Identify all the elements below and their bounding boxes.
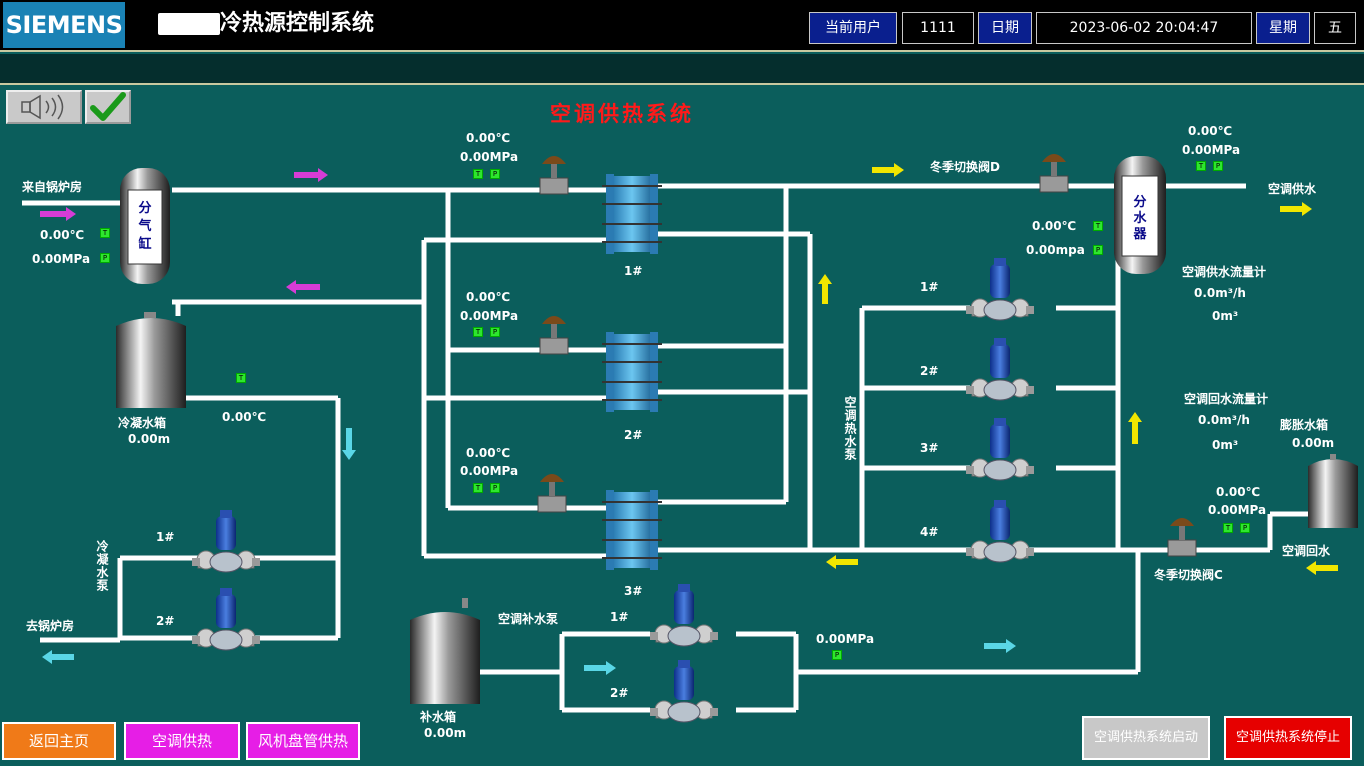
hot-pump-4-label: 4# xyxy=(920,525,939,539)
piping-diagram: 分 气 缸 分 水 器 xyxy=(22,153,1358,723)
distributor-press-sensor: P xyxy=(1093,245,1103,255)
hx1-temp-sensor: T xyxy=(473,169,483,179)
return-total: 0m³ xyxy=(1212,438,1239,452)
hx3-press-sensor: P xyxy=(490,483,500,493)
condensate-pump-2-label: 2# xyxy=(156,614,175,628)
expansion-tank-label: 膨胀水箱 xyxy=(1280,418,1329,432)
makeup-press: 0.00MPa xyxy=(816,632,875,646)
winter-valve-d xyxy=(1039,153,1069,193)
winter-valve-c-label: 冬季切换阀C xyxy=(1154,568,1223,582)
condensate-pump-2 xyxy=(191,587,261,651)
return-label: 空调回水 xyxy=(1282,544,1331,558)
condensate-level: 0.00m xyxy=(128,432,171,446)
supply-flow-title: 空调供水流量计 xyxy=(1182,265,1267,279)
expansion-level: 0.00m xyxy=(1292,436,1335,450)
ac-heating-button[interactable]: 空调供热 xyxy=(124,722,240,760)
home-button[interactable]: 返回主页 xyxy=(2,722,116,760)
hot-water-pump-4 xyxy=(965,499,1035,563)
return-press-sensor: P xyxy=(1240,523,1250,533)
distributor-temp: 0.00℃ xyxy=(1032,219,1077,233)
from-boiler-label: 来自锅炉房 xyxy=(22,180,83,194)
hx1-press: 0.00MPa xyxy=(460,150,519,164)
condensate-temp-sensor: T xyxy=(236,373,246,383)
supply-label: 空调供水 xyxy=(1268,182,1317,196)
hot-pump-3-label: 3# xyxy=(920,441,939,455)
condensate-tank xyxy=(116,312,186,408)
hx2-label: 2# xyxy=(624,428,643,442)
hx2-temp-sensor: T xyxy=(473,327,483,337)
condensate-pump-1 xyxy=(191,509,261,573)
hot-water-pump-1 xyxy=(965,257,1035,321)
distributor-press-sensor-top: P xyxy=(1213,161,1223,171)
hx3-temp: 0.00℃ xyxy=(466,446,511,460)
hot-water-pump-3 xyxy=(965,417,1035,481)
hx2-press-sensor: P xyxy=(490,327,500,337)
distributor-press: 0.00mpa xyxy=(1026,243,1085,257)
distributor-temp-sensor-top: T xyxy=(1196,161,1206,171)
heat-exchanger-2 xyxy=(601,331,663,413)
hx1-press-sensor: P xyxy=(490,169,500,179)
hot-pump-1-label: 1# xyxy=(920,280,939,294)
expansion-tank xyxy=(1308,454,1358,528)
distributor-press-top: 0.00MPa xyxy=(1182,143,1241,157)
distributor-text-1: 分 xyxy=(1133,194,1146,210)
makeup-tank xyxy=(410,598,480,704)
distributor-text-3: 器 xyxy=(1132,227,1147,242)
hx3-label: 3# xyxy=(624,584,643,598)
makeup-pump-1-label: 1# xyxy=(610,610,629,624)
return-flow: 0.0m³/h xyxy=(1198,413,1250,427)
fcu-heating-button[interactable]: 风机盘管供热 xyxy=(246,722,360,760)
system-stop-button[interactable]: 空调供热系统停止 xyxy=(1224,716,1352,760)
return-flow-title: 空调回水流量计 xyxy=(1184,392,1269,406)
scada-screen: SIEMENS 冷热源控制系统 当前用户 1111 日期 2023-06-02 … xyxy=(0,0,1364,766)
heat-exchanger-3 xyxy=(601,489,663,571)
condensate-pump-1-label: 1# xyxy=(156,530,175,544)
makeup-level: 0.00m xyxy=(424,726,467,740)
hot-pump-2-label: 2# xyxy=(920,364,939,378)
makeup-pump-2-label: 2# xyxy=(610,686,629,700)
steam-header-text-3: 缸 xyxy=(137,236,151,252)
supply-total: 0m³ xyxy=(1212,309,1239,323)
return-temp-sensor: T xyxy=(1223,523,1233,533)
steam-header-text-2: 气 xyxy=(138,218,151,234)
steam-valve-2 xyxy=(539,315,569,355)
steam-press: 0.00MPa xyxy=(32,252,91,266)
hx3-press: 0.00MPa xyxy=(460,464,519,478)
distributor-text-2: 水 xyxy=(1133,210,1147,226)
heat-exchanger-1 xyxy=(601,173,663,255)
distributor-temp-top: 0.00℃ xyxy=(1188,124,1233,138)
makeup-press-sensor: P xyxy=(832,650,842,660)
winter-valve-d-label: 冬季切换阀D xyxy=(930,160,1000,174)
hx2-press: 0.00MPa xyxy=(460,309,519,323)
hot-water-pump-label: 空调热水泵 xyxy=(843,396,857,461)
hx1-temp: 0.00℃ xyxy=(466,131,511,145)
hx2-temp: 0.00℃ xyxy=(466,290,511,304)
to-boiler-label: 去锅炉房 xyxy=(26,619,75,633)
steam-header-text-1: 分 xyxy=(138,200,151,216)
hx3-temp-sensor: T xyxy=(473,483,483,493)
distributor-temp-sensor: T xyxy=(1093,221,1103,231)
return-press: 0.00MPa xyxy=(1208,503,1267,517)
steam-valve-1 xyxy=(539,155,569,195)
makeup-pump-2 xyxy=(649,659,719,723)
makeup-tank-label: 补水箱 xyxy=(420,710,457,724)
hx1-label: 1# xyxy=(624,264,643,278)
return-temp: 0.00℃ xyxy=(1216,485,1261,499)
makeup-pump-label: 空调补水泵 xyxy=(498,612,559,626)
supply-flow: 0.0m³/h xyxy=(1194,286,1246,300)
steam-temp: 0.00℃ xyxy=(40,228,85,242)
hot-water-pump-2 xyxy=(965,337,1035,401)
makeup-pump-1 xyxy=(649,583,719,647)
condensate-pump-label: 冷凝水泵 xyxy=(95,540,109,592)
condensate-tank-label: 冷凝水箱 xyxy=(118,416,167,430)
steam-valve-3 xyxy=(537,473,567,513)
press-sensor: P xyxy=(100,253,110,263)
condensate-temp: 0.00℃ xyxy=(222,410,267,424)
system-start-button[interactable]: 空调供热系统启动 xyxy=(1082,716,1210,760)
winter-valve-c xyxy=(1167,517,1197,557)
temp-sensor: T xyxy=(100,228,110,238)
